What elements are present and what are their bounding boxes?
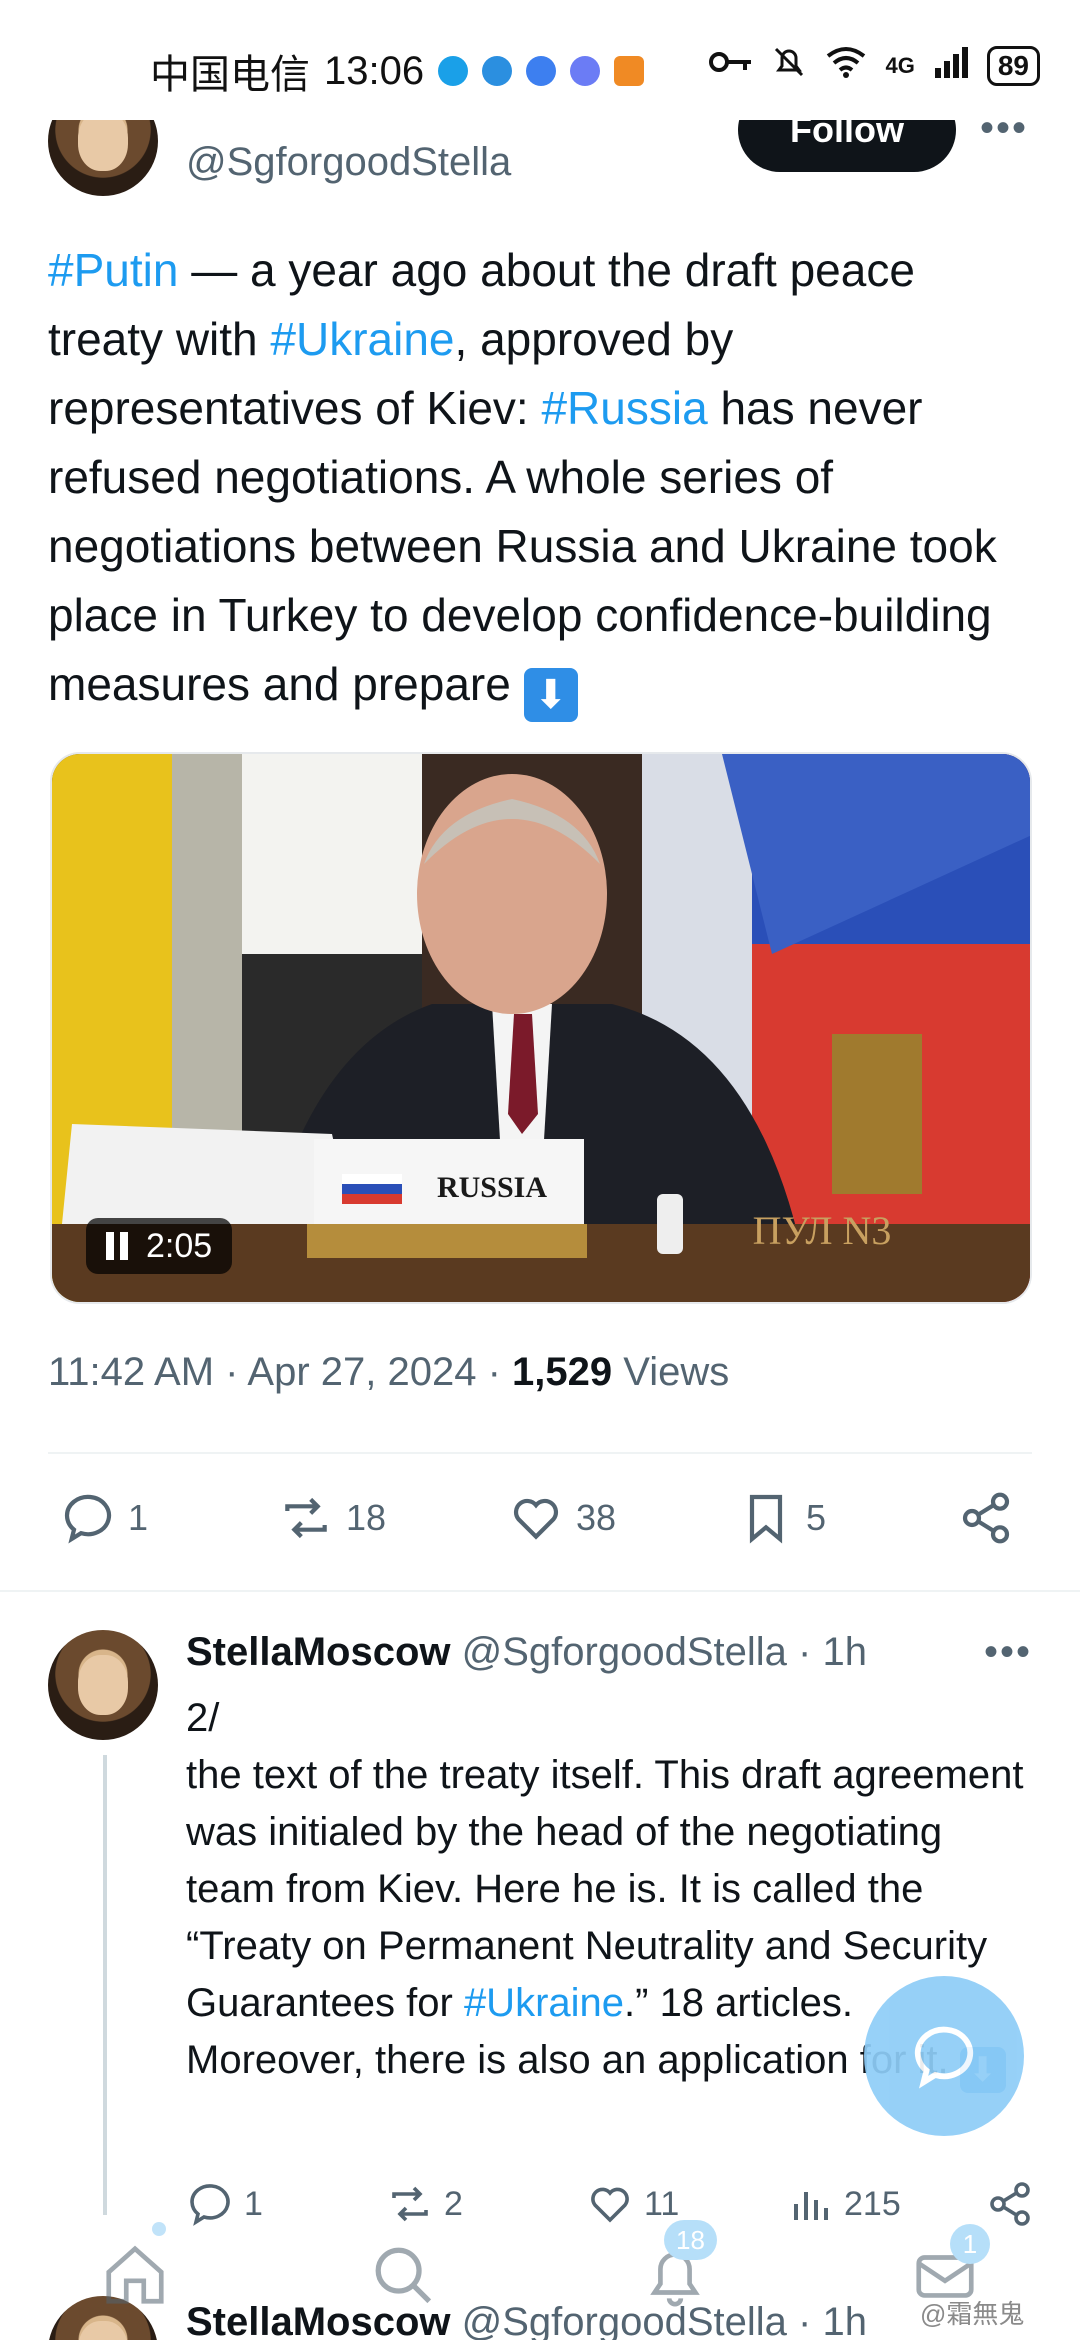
views-label: Views bbox=[623, 1350, 730, 1394]
views-chart-icon bbox=[794, 2192, 828, 2220]
share-icon bbox=[990, 2182, 1030, 2226]
hashtag-russia[interactable]: #Russia bbox=[541, 382, 707, 434]
reply-repost-count: 2 bbox=[444, 2184, 463, 2223]
messages-badge: 1 bbox=[950, 2224, 990, 2264]
clock: 13:06 bbox=[324, 48, 425, 93]
views-count: 1,529 bbox=[512, 1350, 613, 1394]
like-button[interactable]: 38 bbox=[508, 1490, 616, 1546]
down-arrow-emoji-icon: ⬇ bbox=[523, 668, 578, 722]
author-handle[interactable]: @SgforgoodStella bbox=[186, 140, 511, 185]
carrier-label: 中国电信 bbox=[150, 53, 310, 97]
reply-age: · 1h bbox=[798, 1630, 867, 1674]
nav-home[interactable] bbox=[100, 2240, 170, 2310]
reply-header: StellaMoscow @SgforgoodStella · 1h bbox=[186, 1630, 867, 1675]
divider bbox=[0, 1590, 1080, 1592]
key-icon bbox=[709, 47, 753, 85]
wifi-icon bbox=[825, 46, 867, 86]
repost-icon bbox=[285, 1497, 327, 1539]
status-bar-right: 4G 89 bbox=[709, 44, 1040, 88]
bookmark-icon bbox=[749, 1494, 783, 1544]
reply-reply-button[interactable]: 1 bbox=[186, 2180, 263, 2228]
reply-reply-count: 1 bbox=[244, 2184, 263, 2223]
heart-icon bbox=[591, 2187, 629, 2223]
nameplate-text: RUSSIA bbox=[437, 1171, 547, 1204]
video-duration[interactable]: 2:05 bbox=[86, 1218, 233, 1274]
reply-icon bbox=[190, 2184, 230, 2226]
reply-bubble-icon bbox=[914, 2026, 974, 2089]
notifications-badge: 18 bbox=[664, 2220, 717, 2260]
compose-reply-button[interactable] bbox=[864, 1976, 1024, 2136]
watermark: @霜無鬼 bbox=[920, 2299, 1025, 2329]
video-duration-label: 2:05 bbox=[146, 1227, 213, 1265]
reply-author-handle[interactable]: @SgforgoodStella bbox=[462, 1630, 787, 1674]
reply-views-count: 215 bbox=[844, 2184, 901, 2223]
heart-icon bbox=[513, 1498, 559, 1540]
home-icon bbox=[106, 2245, 164, 2304]
search-icon bbox=[375, 2247, 432, 2304]
app-icon-2 bbox=[482, 56, 513, 86]
paw-icon bbox=[526, 56, 557, 86]
tweet-time: 11:42 AM bbox=[48, 1350, 215, 1394]
video-watermark: ПУЛ N3 bbox=[753, 1208, 892, 1253]
video-player[interactable]: RUSSIA ПУЛ N3 2:05 bbox=[50, 752, 1032, 1304]
like-count: 38 bbox=[576, 1497, 617, 1538]
home-unread-dot bbox=[152, 2222, 166, 2236]
mute-bell-icon bbox=[771, 44, 807, 88]
reply-views-button[interactable]: 215 bbox=[786, 2180, 901, 2228]
reply-share-button[interactable] bbox=[986, 2180, 1034, 2228]
music-icon bbox=[570, 56, 601, 86]
hashtag-ukraine[interactable]: #Ukraine bbox=[270, 313, 454, 365]
thread-line bbox=[103, 1755, 107, 2215]
reply-author-avatar[interactable] bbox=[48, 1630, 158, 1740]
hashtag-ukraine[interactable]: #Ukraine bbox=[464, 1981, 624, 2025]
hashtag-putin[interactable]: #Putin bbox=[48, 244, 178, 296]
divider bbox=[48, 1452, 1032, 1454]
reply-text-line: 2/ bbox=[186, 1696, 220, 1740]
repost-button[interactable]: 18 bbox=[278, 1490, 386, 1546]
nav-search[interactable] bbox=[368, 2240, 438, 2310]
reply-repost-button[interactable]: 2 bbox=[386, 2180, 463, 2228]
bottom-nav: 18 1 bbox=[0, 2220, 1080, 2340]
status-bar-left: 中国电信 13:06 bbox=[150, 42, 645, 100]
app-icon-1 bbox=[438, 56, 469, 86]
reply-icon bbox=[64, 1494, 112, 1544]
signal-icon bbox=[933, 46, 969, 86]
reply-like-button[interactable]: 11 bbox=[586, 2180, 679, 2228]
reply-count: 1 bbox=[128, 1497, 149, 1538]
repost-count: 18 bbox=[346, 1497, 387, 1538]
battery-indicator: 89 bbox=[986, 46, 1040, 86]
reply-author-name[interactable]: StellaMoscow bbox=[186, 1630, 451, 1674]
repost-icon bbox=[392, 2186, 428, 2222]
status-bar: 中国电信 13:06 4G 89 bbox=[0, 0, 1080, 120]
network-type: 4G bbox=[885, 53, 915, 78]
pause-icon[interactable] bbox=[106, 1232, 128, 1260]
play-icon bbox=[614, 56, 645, 86]
bookmark-button[interactable]: 5 bbox=[738, 1490, 826, 1546]
reply-like-count: 11 bbox=[644, 2184, 680, 2223]
share-button[interactable] bbox=[958, 1490, 1014, 1546]
reply-button[interactable]: 1 bbox=[60, 1490, 148, 1546]
tweet-actions: 1 18 38 5 bbox=[48, 1490, 1032, 1560]
tweet-date: Apr 27, 2024 bbox=[247, 1350, 477, 1394]
tweet-text: #Putin — a year ago about the draft peac… bbox=[48, 236, 1038, 722]
tweet-meta: 11:42 AM · Apr 27, 2024 · 1,529 Views bbox=[48, 1350, 730, 1394]
reply-more-options-icon[interactable]: ••• bbox=[984, 1630, 1032, 1675]
bookmark-count: 5 bbox=[806, 1497, 827, 1538]
share-icon bbox=[962, 1492, 1010, 1544]
